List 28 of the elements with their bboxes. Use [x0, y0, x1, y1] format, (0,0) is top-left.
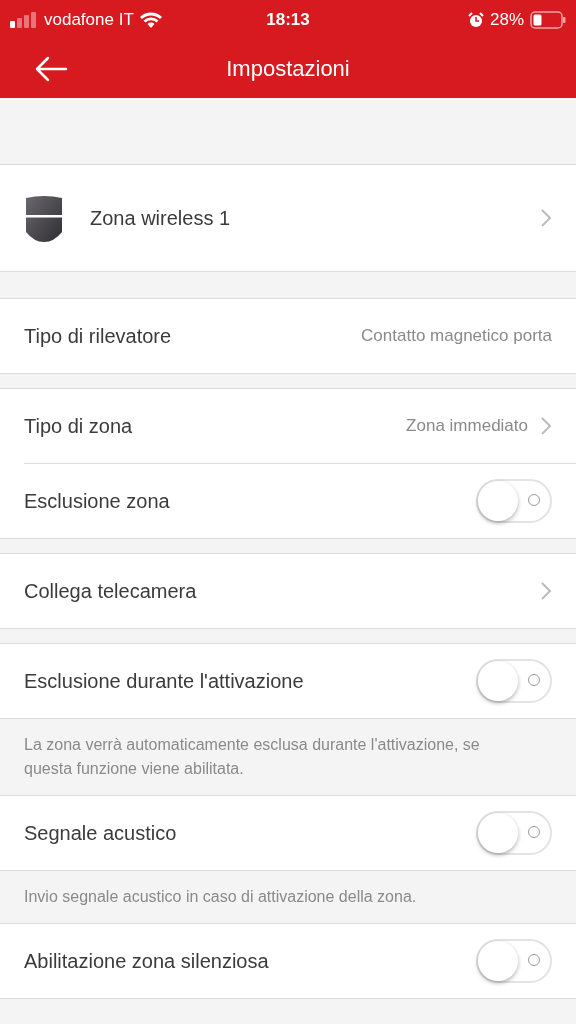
toggle-switch[interactable] [476, 811, 552, 855]
battery-percent: 28% [489, 10, 524, 30]
device-name: Zona wireless 1 [90, 206, 232, 230]
chevron-icon [540, 416, 552, 436]
row-label: Tipo di zona [24, 414, 134, 438]
row-label: Esclusione durante l'attivazione [24, 669, 305, 693]
toggle-switch[interactable] [476, 659, 552, 703]
wifi-icon [139, 12, 162, 28]
row-label: Tipo di rilevatore [24, 324, 173, 348]
sensor-icon [24, 194, 64, 242]
row-label: Segnale acustico [24, 821, 178, 845]
row-label: Abilitazione zona silenziosa [24, 949, 270, 973]
chevron-icon [540, 208, 552, 228]
chevron-icon [540, 581, 552, 601]
carrier-name: vodafone IT [44, 10, 134, 30]
battery-icon [530, 11, 566, 29]
alarm-icon [467, 12, 484, 28]
screen-title: Impostazioni [226, 56, 350, 82]
clock-time: 18:13 [266, 10, 310, 30]
row-value: Zona immediato [406, 416, 528, 436]
toggle-switch[interactable] [476, 939, 552, 983]
row-value: Contatto magnetico porta [361, 326, 552, 346]
footnote-text: Invio segnale acustico in caso di attivazione della zona. [23, 887, 418, 907]
row-label: Esclusione zona [24, 489, 171, 513]
row-label: Collega telecamera [24, 579, 198, 603]
footnote-text: La zona verrà automaticamente esclusa durante l'attivazione, se questa funzione viene abilitata. [23, 735, 481, 779]
toggle-switch[interactable] [476, 479, 552, 523]
signal-icon [10, 12, 38, 28]
